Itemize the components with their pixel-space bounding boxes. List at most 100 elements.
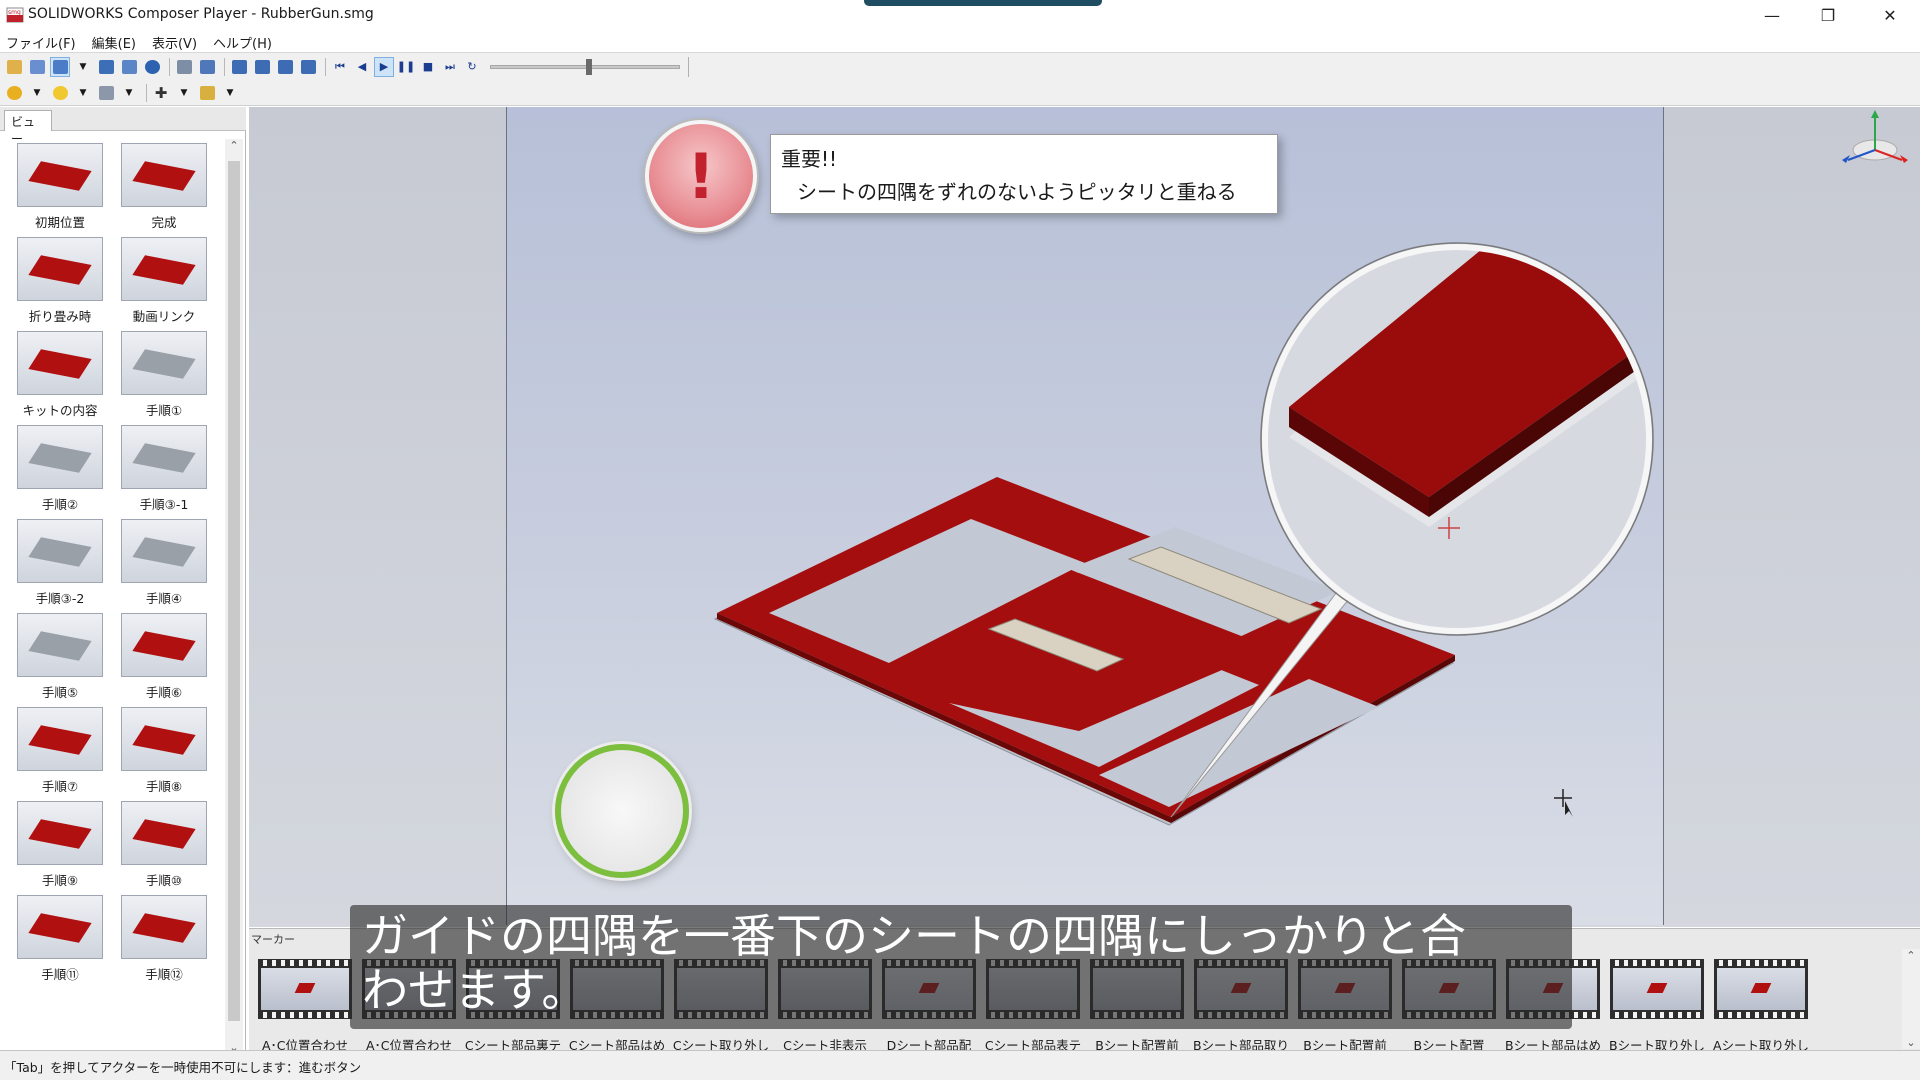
markup-button[interactable] <box>197 83 217 103</box>
prev-button[interactable]: ◀ <box>352 57 372 77</box>
pan-dropdown[interactable]: ▼ <box>174 83 194 103</box>
view-label: 手順③-1 <box>139 497 189 512</box>
view-item[interactable]: 初期位置 <box>8 143 112 231</box>
menu-view[interactable]: 表示(V) <box>152 30 205 52</box>
view-item[interactable]: 手順② <box>8 425 112 513</box>
view-item[interactable]: 手順④ <box>112 519 216 607</box>
explode-button[interactable] <box>229 57 249 77</box>
select-mode-button[interactable] <box>50 56 70 77</box>
view-item[interactable]: 手順③-2 <box>8 519 112 607</box>
print-button[interactable] <box>174 57 194 77</box>
view-item[interactable]: 手順⑧ <box>112 707 216 795</box>
status-text: 「Tab」を押してアクターを一時使用不可にします：進むボタン <box>4 1060 362 1075</box>
view-item[interactable]: 手順⑫ <box>112 895 216 983</box>
view-label: 初期位置 <box>34 215 85 230</box>
skip-back-icon: ⏮ <box>335 59 345 73</box>
view-item[interactable]: 手順⑤ <box>8 613 112 701</box>
view-thumbnail <box>121 801 207 865</box>
save-view-button[interactable] <box>27 57 47 77</box>
view-thumbnail-shape <box>132 725 196 755</box>
timeline-slider-thumb[interactable] <box>585 59 592 75</box>
scroll-up-icon[interactable]: ⌃ <box>1902 949 1920 962</box>
pause-button[interactable]: ❚❚ <box>396 57 416 77</box>
marker-item[interactable]: A･C位置合わせ <box>253 959 357 1054</box>
view-thumbnail <box>17 331 103 395</box>
scroll-up-icon[interactable]: ⌃ <box>225 139 243 157</box>
scrollbar-thumb[interactable] <box>228 161 240 1021</box>
view-item[interactable]: キットの内容 <box>8 331 112 419</box>
pan-button[interactable]: ✚ <box>151 83 171 103</box>
view-item[interactable]: 手順⑪ <box>8 895 112 983</box>
play-button[interactable]: ▶ <box>374 56 394 77</box>
stop-button[interactable]: ■ <box>418 57 438 77</box>
home-icon <box>199 59 215 74</box>
step-back-icon: ◀ <box>357 60 367 73</box>
info-button[interactable] <box>142 57 162 77</box>
view-thumbnail-shape <box>28 819 92 849</box>
link-button[interactable] <box>119 57 139 77</box>
viewport-3d[interactable]: ! 重要!! シートの四隅をずれのないようピッタリと重ねる <box>249 107 1920 927</box>
highlight-button[interactable] <box>4 83 24 103</box>
view-item[interactable]: 動画リンク <box>112 237 216 325</box>
chevron-down-icon: ▼ <box>125 87 133 98</box>
scroll-down-icon[interactable]: ⌄ <box>1902 1036 1920 1049</box>
rotate-button[interactable] <box>275 57 295 77</box>
tab-views[interactable]: ビュー <box>4 110 52 146</box>
dropdown-arrow-button[interactable]: ▼ <box>73 57 93 77</box>
fit-view-button[interactable] <box>96 57 116 77</box>
callout-title: 重要!! <box>781 147 838 171</box>
view-item[interactable]: 手順① <box>112 331 216 419</box>
home-button[interactable] <box>197 57 217 77</box>
lighting-dropdown[interactable]: ▼ <box>73 83 93 103</box>
view-item[interactable]: 完成 <box>112 143 216 231</box>
restore-button[interactable]: ❐ <box>1800 0 1856 30</box>
view-thumbnail <box>121 331 207 395</box>
render-button[interactable] <box>96 83 116 103</box>
close-button[interactable]: ✕ <box>1862 0 1918 30</box>
marker-item[interactable]: Aシート取り外し <box>1709 959 1813 1054</box>
view-thumbnail-shape <box>28 725 92 755</box>
view-thumbnail-shape <box>28 161 92 191</box>
view-item[interactable]: 手順③-1 <box>112 425 216 513</box>
subtitle-line-1: ガイドの四隅を一番下のシートの四隅にしっかりと合 <box>362 909 1466 963</box>
highlight-dropdown[interactable]: ▼ <box>27 83 47 103</box>
open-file-button[interactable] <box>4 57 24 77</box>
view-item[interactable]: 手順⑥ <box>112 613 216 701</box>
marker-scrollbar[interactable]: ⌃ ⌄ <box>1902 949 1920 1049</box>
warning-icon: ! <box>645 120 757 232</box>
reset-button[interactable] <box>298 57 318 77</box>
pencil-icon <box>199 85 215 100</box>
loop-button[interactable]: ↻ <box>462 57 482 77</box>
views-scrollbar[interactable]: ⌃ ⌄ <box>225 139 243 1059</box>
go-start-button[interactable]: ⏮ <box>330 57 350 77</box>
minimize-button[interactable]: — <box>1744 0 1800 30</box>
view-item[interactable]: 折り畳み時 <box>8 237 112 325</box>
markup-dropdown[interactable]: ▼ <box>220 83 240 103</box>
back-button[interactable] <box>555 744 689 878</box>
render-dropdown[interactable]: ▼ <box>119 83 139 103</box>
translate-button[interactable] <box>252 57 272 77</box>
menu-help[interactable]: ヘルプ(H) <box>213 30 280 52</box>
toolbar-separator <box>169 57 170 76</box>
view-thumbnail <box>121 613 207 677</box>
view-item[interactable]: 手順⑩ <box>112 801 216 889</box>
views-grid: 初期位置 完成 折り畳み時 動画リンク キットの内容 手順① 手順② 手順③-1 手順③-2 手順… <box>8 143 218 983</box>
view-label: 手順⑧ <box>145 779 183 794</box>
toolbar-separator <box>325 57 326 76</box>
video-subtitle: ガイドの四隅を一番下のシートの四隅にしっかりと合 わせます。 <box>350 905 1572 1029</box>
lighting-button[interactable] <box>50 83 70 103</box>
view-item[interactable]: 手順⑦ <box>8 707 112 795</box>
marker-item[interactable]: Bシート取り外し <box>1605 959 1709 1054</box>
view-label: 手順① <box>145 403 183 418</box>
go-end-button[interactable]: ⏭ <box>440 57 460 77</box>
title-bar: smg SOLIDWORKS Composer Player - RubberG… <box>0 0 1920 30</box>
secondary-toolbar: ▼ ▼ ▼ ✚ ▼ ▼ <box>0 80 1920 106</box>
mouse-cursor-icon <box>1554 789 1573 817</box>
axis-triad-icon[interactable] <box>1840 110 1910 170</box>
view-item[interactable]: 手順⑨ <box>8 801 112 889</box>
menu-edit[interactable]: 編集(E) <box>92 30 144 52</box>
menu-file[interactable]: ファイル(F) <box>6 30 84 52</box>
chevron-down-icon: ▼ <box>79 61 87 72</box>
restore-icon: ❐ <box>1820 5 1836 25</box>
toolbar-separator <box>146 83 147 102</box>
